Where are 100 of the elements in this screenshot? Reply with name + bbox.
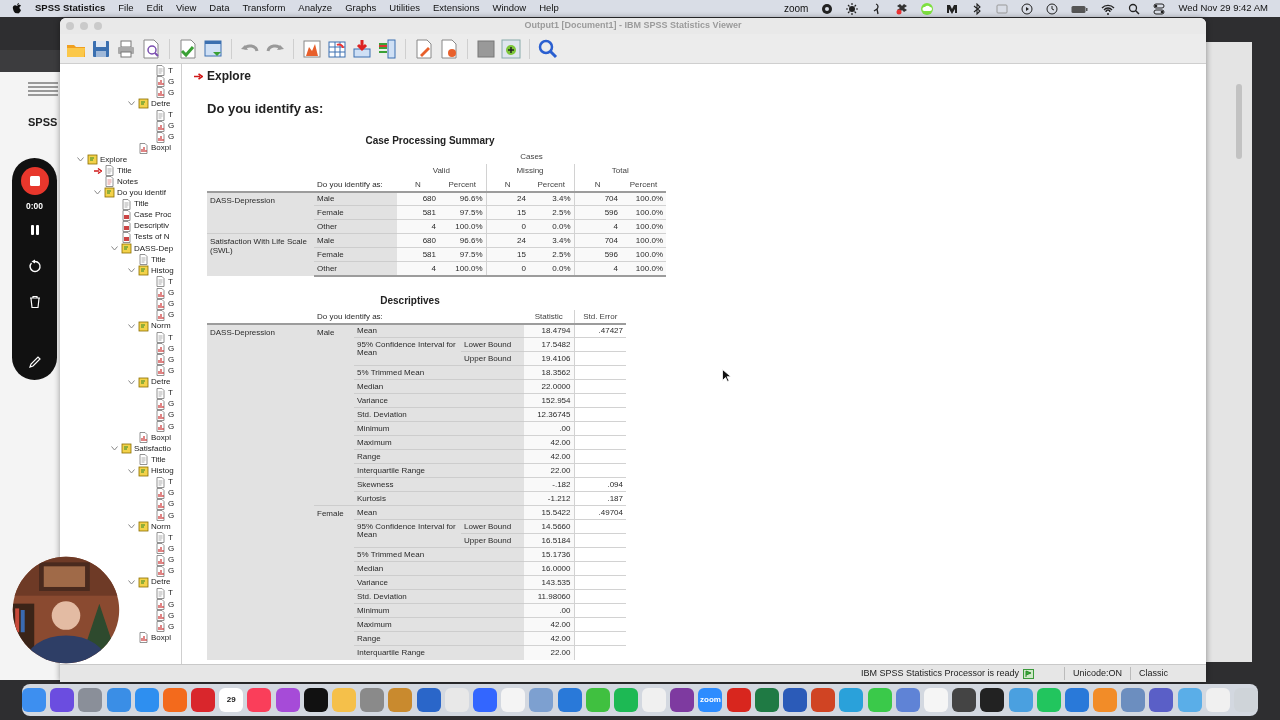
display-icon[interactable]	[996, 2, 1009, 15]
tree-item[interactable]: G	[155, 621, 175, 633]
chevron-icon[interactable]	[128, 524, 135, 530]
tree-item[interactable]: Histog	[125, 265, 174, 277]
chevron-icon[interactable]	[128, 323, 135, 329]
tree-item[interactable]: Boxpl	[138, 632, 171, 644]
search-icon[interactable]	[1128, 2, 1141, 15]
clock-icon[interactable]	[1046, 2, 1059, 15]
tree-item[interactable]: DASS-Dep	[108, 243, 174, 255]
tree-item[interactable]: G	[155, 510, 175, 522]
chevron-icon[interactable]	[94, 190, 101, 196]
tree-item[interactable]: T	[155, 476, 173, 488]
tree-item[interactable]: T	[155, 65, 173, 77]
tree-item[interactable]: Detre	[125, 376, 171, 388]
tree-item[interactable]: Norm	[125, 320, 171, 332]
tree-item[interactable]: Explore	[74, 154, 128, 166]
tree-item[interactable]: G	[155, 565, 175, 577]
dock-app-icon[interactable]	[980, 688, 1005, 712]
tree-item[interactable]: Boxpl	[138, 432, 171, 444]
tree-item[interactable]: G	[155, 287, 175, 299]
trash-icon[interactable]	[27, 294, 42, 309]
tree-item[interactable]: G	[155, 354, 175, 366]
tree-item[interactable]: G	[155, 309, 175, 321]
wifi-icon[interactable]	[1101, 2, 1116, 15]
tree-item[interactable]: G	[155, 131, 175, 143]
tree-item[interactable]: Title	[121, 198, 149, 210]
tree-item[interactable]: Case Proc	[121, 209, 172, 221]
table-icon[interactable]	[327, 38, 347, 59]
print-icon[interactable]	[116, 38, 136, 59]
list-icon[interactable]	[377, 38, 397, 59]
menu-item[interactable]: File	[118, 1, 134, 16]
tree-item[interactable]: Boxpl	[138, 142, 171, 154]
chevron-icon[interactable]	[128, 579, 135, 585]
tree-item[interactable]: G	[155, 343, 175, 355]
tree-item[interactable]: G	[155, 610, 175, 622]
menu-item[interactable]: Extensions	[432, 1, 480, 16]
download-icon[interactable]	[352, 38, 372, 59]
app-menu[interactable]: SPSS Statistics	[35, 1, 106, 16]
tree-item[interactable]: G	[155, 421, 175, 433]
tree-item[interactable]: Notes	[104, 176, 138, 188]
chevron-icon[interactable]	[77, 157, 84, 163]
circle-icon[interactable]	[821, 2, 834, 15]
tree-item[interactable]: Title	[91, 165, 132, 177]
pencil-icon[interactable]	[27, 354, 42, 369]
tree-item[interactable]: G	[155, 487, 175, 499]
dialog-icon[interactable]	[203, 38, 223, 59]
tree-item[interactable]: G	[155, 298, 175, 310]
dock-app-icon[interactable]: 29	[219, 688, 244, 712]
tree-item[interactable]: Descriptiv	[121, 220, 170, 232]
tree-item[interactable]: T	[155, 109, 173, 121]
export-icon[interactable]	[178, 38, 198, 59]
chevron-icon[interactable]	[128, 268, 135, 274]
menu-item[interactable]: Data	[209, 1, 230, 16]
stop-icon[interactable]	[19, 166, 50, 196]
dock-app-icon[interactable]	[1234, 688, 1259, 712]
add-icon[interactable]	[501, 38, 521, 59]
dock-app-icon[interactable]	[303, 688, 328, 712]
tree-item[interactable]: T	[155, 332, 173, 344]
tree-item[interactable]: Title	[138, 454, 166, 466]
scrollbar-thumb[interactable]	[1236, 84, 1242, 159]
menu-item[interactable]: Edit	[146, 1, 163, 16]
tree-item[interactable]: Detre	[125, 98, 171, 110]
tree-item[interactable]: Do you identif	[91, 187, 166, 199]
tree-item[interactable]: G	[155, 554, 175, 566]
tree-item[interactable]: G	[155, 365, 175, 377]
tree-item[interactable]: G	[155, 76, 175, 88]
tree-item[interactable]: Tests of N	[121, 231, 170, 243]
page-icon[interactable]	[439, 38, 459, 59]
save-icon[interactable]	[91, 38, 111, 59]
tree-item[interactable]: G	[155, 87, 175, 99]
chevron-icon[interactable]	[128, 101, 135, 107]
chart-page-icon[interactable]	[302, 38, 322, 59]
tree-item[interactable]: Satisfactio	[108, 443, 171, 455]
toggle-icon[interactable]	[1153, 2, 1166, 15]
tree-item[interactable]: Norm	[125, 521, 171, 533]
square-icon[interactable]	[476, 38, 496, 59]
chevron-icon[interactable]	[111, 246, 118, 252]
print-preview-icon[interactable]	[141, 38, 161, 59]
clock-text[interactable]: Wed Nov 29 9:42 AM	[1178, 1, 1268, 16]
play-icon[interactable]	[1021, 2, 1034, 15]
zoom-menu-label[interactable]: zoom	[783, 1, 809, 16]
edit-page-icon[interactable]	[414, 38, 434, 59]
menu-item[interactable]: Window	[492, 1, 527, 16]
menu-item[interactable]: Utilities	[389, 1, 420, 16]
tree-item[interactable]: Detre	[125, 576, 171, 588]
tree-item[interactable]: G	[155, 120, 175, 132]
tree-item[interactable]: G	[155, 543, 175, 555]
sun-icon[interactable]	[846, 2, 859, 15]
dock-app-icon[interactable]	[952, 688, 977, 712]
box-icon[interactable]	[896, 2, 909, 15]
tree-item[interactable]: T	[155, 276, 173, 288]
tree-item[interactable]: T	[155, 587, 173, 599]
tree-item[interactable]: T	[155, 532, 173, 544]
chevron-icon[interactable]	[111, 446, 118, 452]
chevron-icon[interactable]	[128, 379, 135, 385]
tree-item[interactable]: Histog	[125, 465, 174, 477]
tree-item[interactable]: G	[155, 599, 175, 611]
menu-item[interactable]: Analyze	[298, 1, 333, 16]
chevron-icon[interactable]	[128, 468, 135, 474]
menu-item[interactable]: Transform	[242, 1, 286, 16]
